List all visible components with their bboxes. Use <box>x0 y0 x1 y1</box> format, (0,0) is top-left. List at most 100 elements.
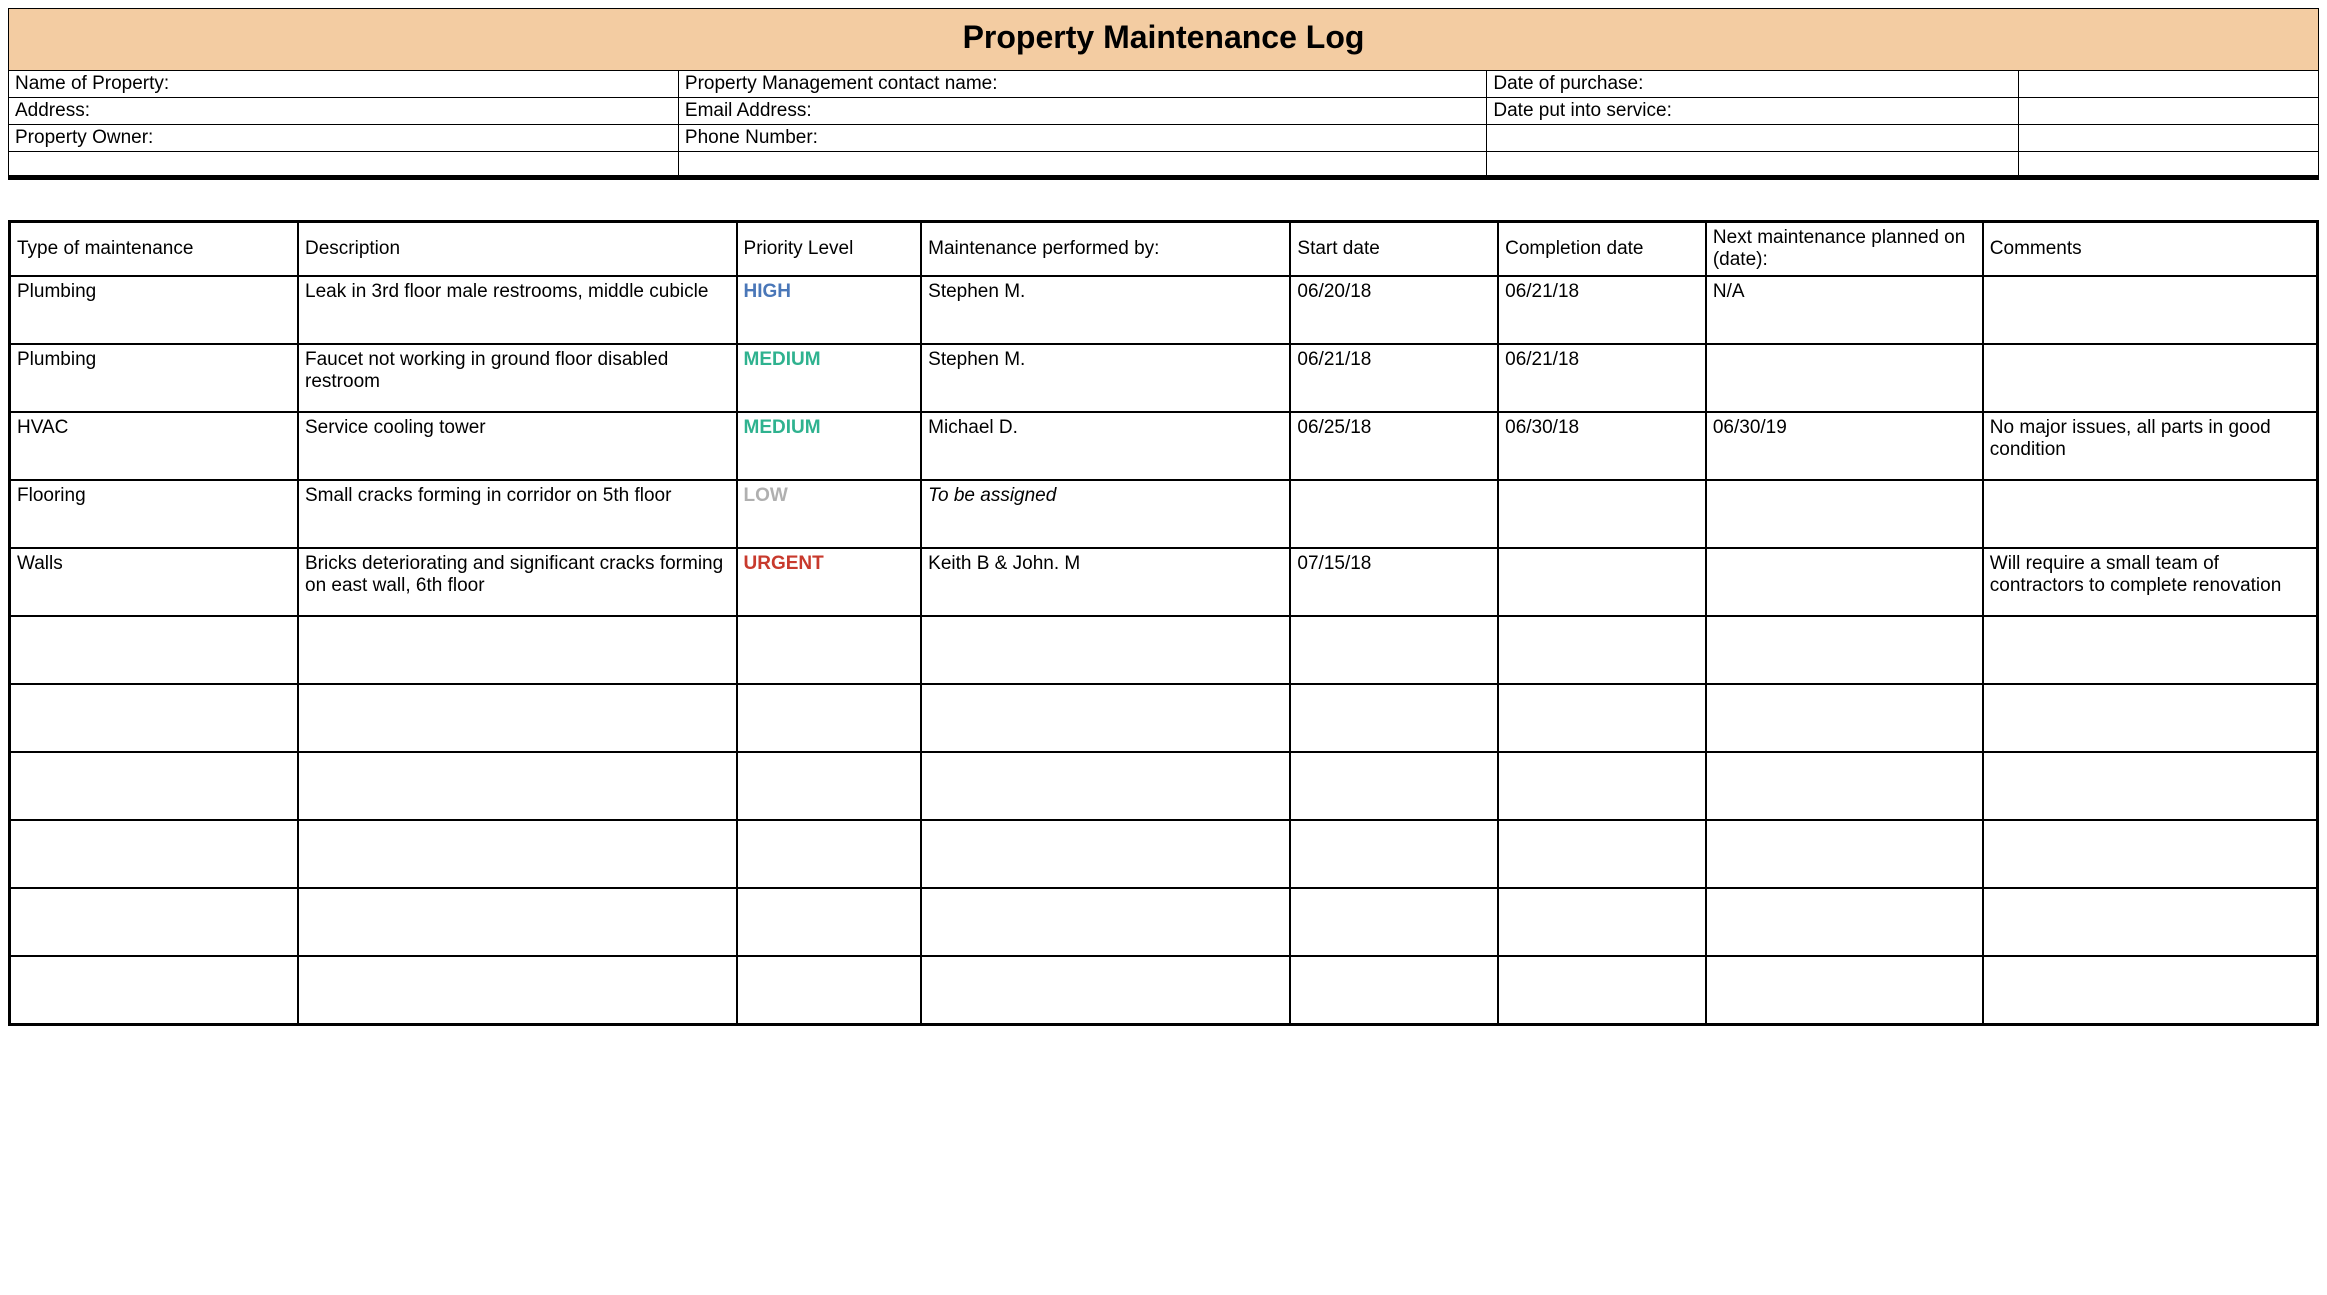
info-date-into-service[interactable]: Date put into service: <box>1487 98 2018 125</box>
cell-completion-date[interactable] <box>1498 956 1706 1024</box>
cell-start-date[interactable]: 06/25/18 <box>1290 412 1498 480</box>
cell-description[interactable] <box>298 820 737 888</box>
cell-type[interactable] <box>10 956 299 1024</box>
cell-comments[interactable]: No major issues, all parts in good condi… <box>1983 412 2318 480</box>
cell-next-maintenance[interactable] <box>1706 344 1983 412</box>
cell-comments[interactable] <box>1983 752 2318 820</box>
cell-priority[interactable] <box>737 616 922 684</box>
cell-comments[interactable] <box>1983 820 2318 888</box>
cell-start-date[interactable] <box>1290 752 1498 820</box>
cell-completion-date[interactable] <box>1498 548 1706 616</box>
cell-priority[interactable] <box>737 956 922 1024</box>
cell-priority[interactable]: URGENT <box>737 548 922 616</box>
cell-priority[interactable]: MEDIUM <box>737 412 922 480</box>
cell-priority[interactable]: HIGH <box>737 276 922 344</box>
cell-description[interactable] <box>298 888 737 956</box>
cell-type[interactable]: HVAC <box>10 412 299 480</box>
cell-next-maintenance[interactable] <box>1706 684 1983 752</box>
info-address[interactable]: Address: <box>9 98 679 125</box>
cell-next-maintenance[interactable]: N/A <box>1706 276 1983 344</box>
info-blank-6[interactable] <box>678 152 1487 178</box>
cell-priority[interactable] <box>737 684 922 752</box>
cell-description[interactable]: Small cracks forming in corridor on 5th … <box>298 480 737 548</box>
info-blank-5[interactable] <box>9 152 679 178</box>
cell-comments[interactable] <box>1983 684 2318 752</box>
info-blank-2[interactable] <box>2018 98 2318 125</box>
cell-type[interactable]: Flooring <box>10 480 299 548</box>
info-blank-1[interactable] <box>2018 71 2318 98</box>
cell-performed-by[interactable]: Keith B & John. M <box>921 548 1290 616</box>
cell-start-date[interactable] <box>1290 480 1498 548</box>
cell-description[interactable] <box>298 956 737 1024</box>
cell-priority[interactable]: LOW <box>737 480 922 548</box>
cell-performed-by[interactable]: Stephen M. <box>921 276 1290 344</box>
cell-description[interactable] <box>298 752 737 820</box>
info-blank-8[interactable] <box>2018 152 2318 178</box>
cell-priority[interactable] <box>737 752 922 820</box>
cell-description[interactable]: Faucet not working in ground floor disab… <box>298 344 737 412</box>
info-phone[interactable]: Phone Number: <box>678 125 1487 152</box>
cell-next-maintenance[interactable] <box>1706 956 1983 1024</box>
cell-priority[interactable] <box>737 820 922 888</box>
info-contact-name[interactable]: Property Management contact name: <box>678 71 1487 98</box>
cell-description[interactable]: Service cooling tower <box>298 412 737 480</box>
cell-comments[interactable] <box>1983 956 2318 1024</box>
cell-start-date[interactable] <box>1290 684 1498 752</box>
info-date-of-purchase[interactable]: Date of purchase: <box>1487 71 2018 98</box>
cell-performed-by[interactable] <box>921 820 1290 888</box>
cell-performed-by[interactable] <box>921 888 1290 956</box>
info-property-owner[interactable]: Property Owner: <box>9 125 679 152</box>
cell-next-maintenance[interactable]: 06/30/19 <box>1706 412 1983 480</box>
cell-comments[interactable] <box>1983 344 2318 412</box>
cell-completion-date[interactable] <box>1498 480 1706 548</box>
cell-start-date[interactable] <box>1290 616 1498 684</box>
cell-priority[interactable] <box>737 888 922 956</box>
cell-completion-date[interactable] <box>1498 616 1706 684</box>
cell-description[interactable]: Leak in 3rd floor male restrooms, middle… <box>298 276 737 344</box>
cell-completion-date[interactable] <box>1498 684 1706 752</box>
cell-comments[interactable] <box>1983 480 2318 548</box>
cell-next-maintenance[interactable] <box>1706 888 1983 956</box>
cell-type[interactable] <box>10 616 299 684</box>
cell-next-maintenance[interactable] <box>1706 480 1983 548</box>
cell-description[interactable]: Bricks deteriorating and significant cra… <box>298 548 737 616</box>
cell-description[interactable] <box>298 684 737 752</box>
cell-performed-by[interactable] <box>921 956 1290 1024</box>
info-name-of-property[interactable]: Name of Property: <box>9 71 679 98</box>
cell-completion-date[interactable] <box>1498 888 1706 956</box>
cell-type[interactable] <box>10 888 299 956</box>
cell-comments[interactable] <box>1983 616 2318 684</box>
info-blank-4[interactable] <box>2018 125 2318 152</box>
cell-start-date[interactable] <box>1290 956 1498 1024</box>
cell-performed-by[interactable] <box>921 616 1290 684</box>
cell-type[interactable]: Plumbing <box>10 344 299 412</box>
cell-performed-by[interactable] <box>921 684 1290 752</box>
info-email[interactable]: Email Address: <box>678 98 1487 125</box>
cell-performed-by[interactable] <box>921 752 1290 820</box>
cell-next-maintenance[interactable] <box>1706 616 1983 684</box>
cell-completion-date[interactable]: 06/21/18 <box>1498 276 1706 344</box>
cell-next-maintenance[interactable] <box>1706 752 1983 820</box>
cell-next-maintenance[interactable] <box>1706 820 1983 888</box>
cell-start-date[interactable] <box>1290 820 1498 888</box>
cell-completion-date[interactable] <box>1498 752 1706 820</box>
cell-comments[interactable] <box>1983 276 2318 344</box>
cell-completion-date[interactable]: 06/30/18 <box>1498 412 1706 480</box>
cell-type[interactable] <box>10 752 299 820</box>
cell-description[interactable] <box>298 616 737 684</box>
cell-next-maintenance[interactable] <box>1706 548 1983 616</box>
cell-type[interactable]: Walls <box>10 548 299 616</box>
cell-start-date[interactable]: 07/15/18 <box>1290 548 1498 616</box>
cell-performed-by[interactable]: Stephen M. <box>921 344 1290 412</box>
cell-performed-by[interactable]: Michael D. <box>921 412 1290 480</box>
cell-start-date[interactable] <box>1290 888 1498 956</box>
cell-start-date[interactable]: 06/21/18 <box>1290 344 1498 412</box>
cell-type[interactable] <box>10 820 299 888</box>
cell-completion-date[interactable]: 06/21/18 <box>1498 344 1706 412</box>
cell-comments[interactable]: Will require a small team of contractors… <box>1983 548 2318 616</box>
cell-type[interactable] <box>10 684 299 752</box>
cell-type[interactable]: Plumbing <box>10 276 299 344</box>
info-blank-3[interactable] <box>1487 125 2018 152</box>
cell-priority[interactable]: MEDIUM <box>737 344 922 412</box>
cell-start-date[interactable]: 06/20/18 <box>1290 276 1498 344</box>
